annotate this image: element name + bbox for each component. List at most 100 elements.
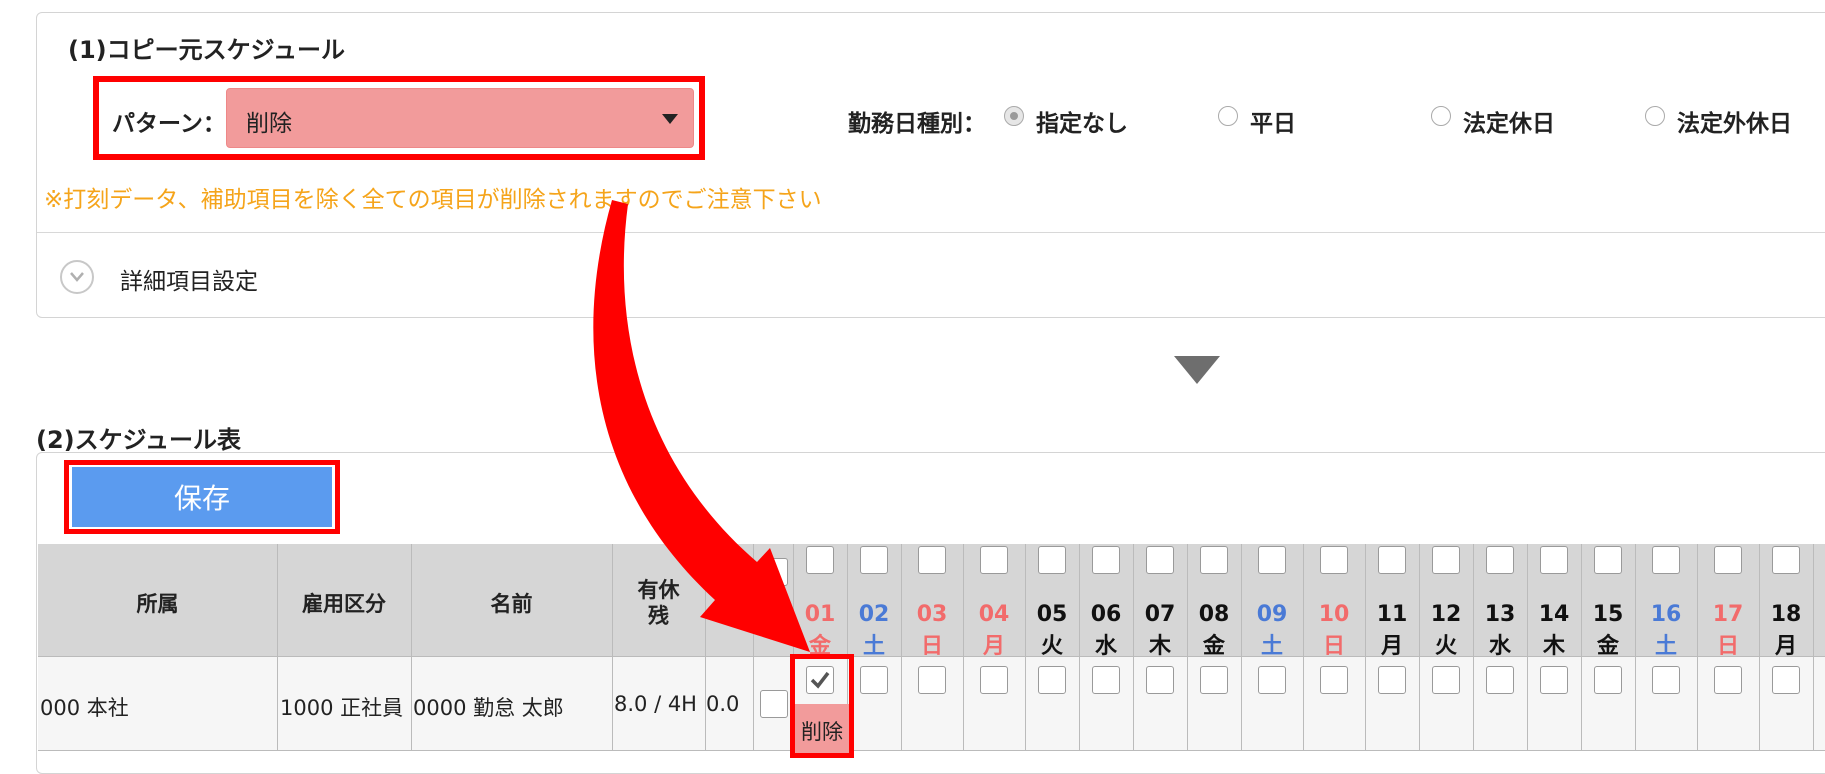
row-divider [38,750,1825,751]
day-09-weekday: 土 [1260,634,1283,659]
pattern-select-value: 削除 [246,111,292,137]
arrow-down-icon [1174,356,1220,384]
day-08-row-checkbox[interactable] [1200,666,1228,694]
day-03-weekday: 日 [920,634,943,659]
column-divider [705,544,706,750]
day-11-number: 11 [1376,602,1408,627]
cell-dept: 000 本社 [40,696,129,720]
day-06-weekday: 水 [1094,634,1117,659]
column-header-paid-leave-remaining: 残 [648,604,669,628]
divider [37,232,1825,233]
pattern-select[interactable] [226,88,694,148]
day-05-number: 05 [1036,602,1068,627]
day-17-number: 17 [1712,602,1744,627]
day-01-column-checkbox[interactable] [806,546,834,574]
day-11-column-checkbox[interactable] [1378,546,1406,574]
delete-warning-text: ※打刻データ、補助項目を除く全ての項目が削除されますのでご注意下さい [44,187,822,213]
column-divider [1813,544,1814,750]
day-18-row-checkbox[interactable] [1772,666,1800,694]
day-11-weekday: 月 [1380,634,1403,659]
day-16-weekday: 土 [1654,634,1677,659]
day-04-row-checkbox[interactable] [980,666,1008,694]
day-10-column-checkbox[interactable] [1320,546,1348,574]
day-02-column-checkbox[interactable] [860,546,888,574]
day-06-column-checkbox[interactable] [1092,546,1120,574]
column-divider [901,544,902,750]
day-03-column-checkbox[interactable] [918,546,946,574]
column-header-dept: 所属 [136,592,179,616]
day-08-number: 08 [1198,602,1230,627]
radio-label-worktype-weekday: 平日 [1250,111,1296,137]
day-14-column-checkbox[interactable] [1540,546,1568,574]
day-07-number: 07 [1144,602,1176,627]
day-18-number: 18 [1770,602,1802,627]
day-01-highlight-box [790,654,854,758]
row-checkbox[interactable] [760,690,788,718]
day-05-row-checkbox[interactable] [1038,666,1066,694]
column-divider [1635,544,1636,750]
day-17-weekday: 日 [1716,634,1739,659]
day-07-row-checkbox[interactable] [1146,666,1174,694]
cell-extra: 0.0 [706,692,740,716]
day-03-row-checkbox[interactable] [918,666,946,694]
radio-label-worktype-non-legal-holiday: 法定外休日 [1677,111,1792,137]
radio-worktype-none[interactable] [1004,106,1024,126]
chevron-down-icon[interactable] [60,260,94,294]
radio-label-worktype-legal-holiday: 法定休日 [1463,111,1555,137]
day-11-row-checkbox[interactable] [1378,666,1406,694]
radio-worktype-legal-holiday[interactable] [1431,106,1451,126]
day-18-column-checkbox[interactable] [1772,546,1800,574]
column-divider [1697,544,1698,750]
day-13-number: 13 [1484,602,1516,627]
day-07-column-checkbox[interactable] [1146,546,1174,574]
day-04-column-checkbox[interactable] [980,546,1008,574]
day-04-number: 04 [978,602,1010,627]
day-16-column-checkbox[interactable] [1652,546,1680,574]
cell-employment: 1000 正社員 [280,696,404,720]
day-16-number: 16 [1650,602,1682,627]
day-05-column-checkbox[interactable] [1038,546,1066,574]
radio-worktype-weekday[interactable] [1218,106,1238,126]
day-14-number: 14 [1538,602,1570,627]
day-15-number: 15 [1592,602,1624,627]
day-17-row-checkbox[interactable] [1714,666,1742,694]
day-15-row-checkbox[interactable] [1594,666,1622,694]
day-15-weekday: 金 [1596,634,1619,659]
day-06-row-checkbox[interactable] [1092,666,1120,694]
day-12-row-checkbox[interactable] [1432,666,1460,694]
day-09-row-checkbox[interactable] [1258,666,1286,694]
day-02-row-checkbox[interactable] [860,666,888,694]
day-14-row-checkbox[interactable] [1540,666,1568,694]
day-09-column-checkbox[interactable] [1258,546,1286,574]
day-09-number: 09 [1256,602,1288,627]
day-02-weekday: 土 [862,634,885,659]
column-divider [1241,544,1242,750]
radio-label-worktype-none: 指定なし [1036,111,1128,137]
select-all-checkbox[interactable] [760,558,788,586]
day-12-column-checkbox[interactable] [1432,546,1460,574]
day-17-column-checkbox[interactable] [1714,546,1742,574]
day-03-number: 03 [916,602,948,627]
day-10-weekday: 日 [1322,634,1345,659]
column-header-name: 名前 [490,592,533,616]
worktype-label: 勤務日種別： [848,111,986,137]
column-divider [963,544,964,750]
save-button[interactable]: 保存 [72,467,332,527]
day-18-weekday: 月 [1774,634,1797,659]
day-16-row-checkbox[interactable] [1652,666,1680,694]
day-15-column-checkbox[interactable] [1594,546,1622,574]
day-13-column-checkbox[interactable] [1486,546,1514,574]
pattern-label: パターン： [112,111,226,137]
radio-worktype-non-legal-holiday[interactable] [1645,106,1665,126]
day-07-weekday: 木 [1148,634,1171,659]
day-10-number: 10 [1318,602,1350,627]
day-13-row-checkbox[interactable] [1486,666,1514,694]
column-divider [277,544,278,750]
day-02-number: 02 [858,602,890,627]
day-06-number: 06 [1090,602,1122,627]
day-10-row-checkbox[interactable] [1320,666,1348,694]
detail-settings-toggle[interactable]: 詳細項目設定 [120,262,258,296]
schedule-title: (2)スケジュール表 [36,426,241,454]
day-08-column-checkbox[interactable] [1200,546,1228,574]
copy-source-title: (1)コピー元スケジュール [68,36,345,64]
